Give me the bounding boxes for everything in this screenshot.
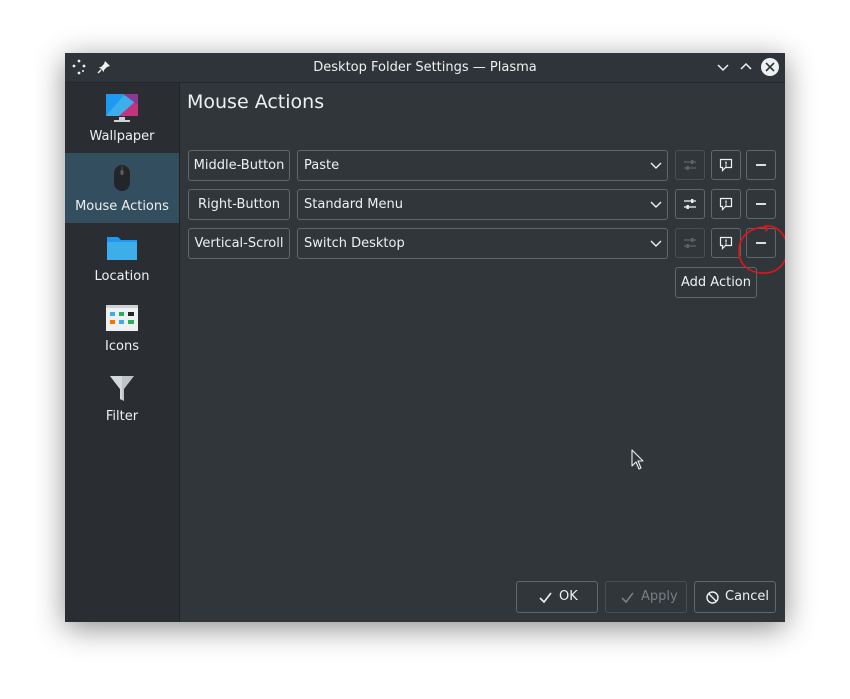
chevron-down-icon — [650, 201, 662, 208]
apply-label: Apply — [641, 589, 678, 604]
trigger-button-middle[interactable]: Middle-Button — [188, 150, 290, 181]
ok-button[interactable]: OK — [516, 581, 598, 613]
title-bar[interactable]: Desktop Folder Settings — Plasma — [65, 53, 785, 83]
sidebar-item-wallpaper[interactable]: Wallpaper — [65, 83, 179, 153]
about-button[interactable] — [711, 228, 741, 258]
remove-button[interactable] — [746, 228, 776, 258]
apply-button[interactable]: Apply — [605, 581, 687, 613]
add-action-button[interactable]: Add Action — [675, 267, 757, 298]
remove-button[interactable] — [746, 189, 776, 219]
sidebar-item-filter[interactable]: Filter — [65, 363, 179, 433]
minimize-button[interactable] — [713, 57, 733, 77]
ok-label: OK — [559, 589, 578, 604]
filter-icon — [110, 376, 134, 401]
mouse-icon — [114, 165, 130, 191]
configure-button[interactable] — [675, 189, 705, 219]
action-combo-switch-desktop[interactable]: Switch Desktop — [297, 228, 668, 259]
combo-value: Standard Menu — [304, 197, 403, 212]
trigger-button-right[interactable]: Right-Button — [188, 189, 290, 220]
sidebar: Wallpaper Mouse Actions Location Icons F… — [65, 83, 180, 622]
trigger-button-vertical-scroll[interactable]: Vertical-Scroll — [188, 228, 290, 259]
combo-value: Switch Desktop — [304, 236, 405, 251]
chevron-down-icon — [650, 162, 662, 169]
maximize-button[interactable] — [736, 57, 756, 77]
cancel-label: Cancel — [725, 589, 770, 604]
folder-icon — [107, 237, 137, 260]
chevron-down-icon — [650, 240, 662, 247]
configure-icon — [684, 160, 696, 170]
about-button[interactable] — [711, 150, 741, 180]
sidebar-item-label: Mouse Actions — [75, 199, 169, 214]
info-icon — [719, 236, 733, 250]
checkmark-icon — [539, 592, 552, 604]
sidebar-item-label: Filter — [105, 409, 139, 424]
action-combo-standard-menu[interactable]: Standard Menu — [297, 189, 668, 220]
settings-dialog: Desktop Folder Settings — Plasma Wallpap… — [65, 53, 785, 622]
checkmark-icon — [621, 592, 634, 604]
configure-icon — [684, 199, 696, 209]
minus-icon — [756, 242, 766, 244]
main-content: Mouse Actions Middle-Button Paste Right-… — [180, 83, 785, 622]
minus-icon — [756, 203, 766, 205]
cancel-icon — [706, 591, 719, 604]
configure-icon — [684, 238, 696, 248]
configure-button[interactable] — [675, 228, 705, 258]
info-icon — [719, 158, 733, 172]
wallpaper-icon — [106, 94, 138, 122]
sidebar-item-icons[interactable]: Icons — [65, 293, 179, 363]
info-icon — [719, 197, 733, 211]
close-button[interactable] — [760, 57, 780, 77]
sidebar-item-mouse-actions[interactable]: Mouse Actions — [65, 153, 179, 223]
sidebar-item-label: Location — [94, 269, 150, 284]
combo-value: Paste — [304, 158, 340, 173]
minus-icon — [756, 164, 766, 166]
cancel-button[interactable]: Cancel — [694, 581, 776, 613]
action-combo-paste[interactable]: Paste — [297, 150, 668, 181]
sidebar-item-label: Wallpaper — [89, 129, 155, 144]
remove-button[interactable] — [746, 150, 776, 180]
sidebar-item-label: Icons — [105, 339, 139, 354]
page-title: Mouse Actions — [187, 91, 325, 113]
configure-button[interactable] — [675, 150, 705, 180]
icons-view-icon — [106, 305, 138, 331]
window-title: Desktop Folder Settings — Plasma — [313, 60, 537, 75]
sidebar-item-location[interactable]: Location — [65, 223, 179, 293]
mouse-cursor-icon — [631, 449, 644, 470]
about-button[interactable] — [711, 189, 741, 219]
